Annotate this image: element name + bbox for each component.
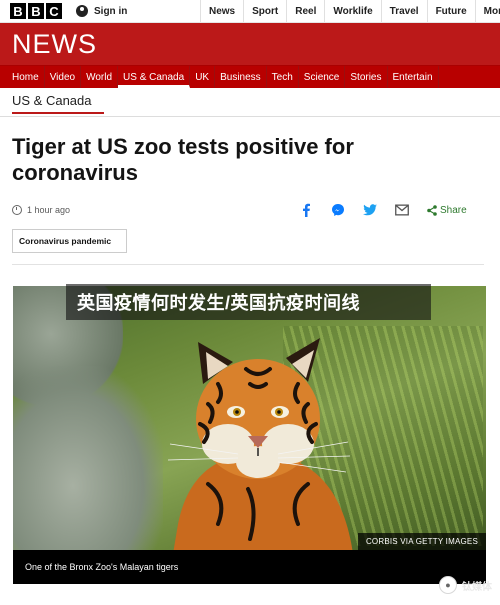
overlay-banner: 英国疫情何时发生/英国抗疫时间线 bbox=[66, 284, 431, 320]
section-nav-science[interactable]: Science bbox=[299, 66, 346, 88]
blurred-foreground bbox=[13, 366, 163, 550]
facebook-icon[interactable] bbox=[299, 203, 313, 217]
watermark: ● 钛媒体 bbox=[439, 576, 492, 594]
top-bar: B B C Sign in News Sport Reel Worklife T… bbox=[0, 0, 500, 23]
section-label-bar: US & Canada bbox=[0, 88, 500, 117]
share-button[interactable]: Share bbox=[427, 205, 467, 216]
clock-icon bbox=[12, 205, 22, 215]
section-nav-tech[interactable]: Tech bbox=[267, 66, 299, 88]
top-nav-reel[interactable]: Reel bbox=[286, 0, 324, 22]
top-nav-worklife[interactable]: Worklife bbox=[324, 0, 380, 22]
image-caption: One of the Bronx Zoo's Malayan tigers bbox=[25, 562, 179, 572]
top-nav-news[interactable]: News bbox=[200, 0, 243, 22]
share-icon bbox=[427, 204, 437, 216]
logo-letter: B bbox=[10, 3, 26, 19]
section-nav-business[interactable]: Business bbox=[215, 66, 267, 88]
twitter-icon[interactable] bbox=[363, 203, 377, 217]
divider bbox=[12, 264, 484, 265]
image-caption-bar: One of the Bronx Zoo's Malayan tigers bbox=[13, 550, 486, 584]
logo-letter: C bbox=[46, 3, 62, 19]
image-credit: CORBIS VIA GETTY IMAGES bbox=[357, 533, 486, 550]
top-nav-travel[interactable]: Travel bbox=[380, 0, 427, 22]
section-nav-video[interactable]: Video bbox=[45, 66, 82, 88]
news-banner: NEWS bbox=[0, 23, 500, 65]
section-nav-uk[interactable]: UK bbox=[190, 66, 216, 88]
watermark-text: 钛媒体 bbox=[462, 581, 492, 593]
section-nav: Home Video World US & Canada UK Business… bbox=[0, 65, 500, 88]
tiger-illustration bbox=[167, 338, 353, 550]
bbc-logo[interactable]: B B C bbox=[10, 3, 62, 19]
top-nav-future[interactable]: Future bbox=[426, 0, 475, 22]
section-nav-us-canada[interactable]: US & Canada bbox=[118, 66, 191, 88]
section-nav-home[interactable]: Home bbox=[0, 66, 45, 88]
logo-letter: B bbox=[28, 3, 44, 19]
article-time: 1 hour ago bbox=[27, 205, 71, 215]
article-meta: 1 hour ago bbox=[12, 205, 70, 215]
email-icon[interactable] bbox=[395, 203, 409, 217]
article-photo: CORBIS VIA GETTY IMAGES bbox=[13, 286, 486, 550]
section-label[interactable]: US & Canada bbox=[12, 93, 92, 108]
signin-label: Sign in bbox=[94, 5, 128, 17]
topic-tag[interactable]: Coronavirus pandemic bbox=[12, 229, 127, 253]
section-label-underline bbox=[12, 112, 104, 114]
share-label: Share bbox=[440, 204, 467, 216]
article-headline: Tiger at US zoo tests positive for coron… bbox=[12, 134, 354, 185]
news-logo[interactable]: NEWS bbox=[12, 29, 97, 60]
user-icon bbox=[76, 5, 88, 17]
top-nav-more[interactable]: Mor bbox=[474, 0, 500, 22]
top-nav-sport[interactable]: Sport bbox=[243, 0, 286, 22]
signin-link[interactable]: Sign in bbox=[76, 5, 127, 17]
wechat-icon: ● bbox=[439, 576, 457, 594]
section-nav-world[interactable]: World bbox=[81, 66, 119, 88]
overlay-text: 英国疫情何时发生/英国抗疫时间线 bbox=[77, 293, 360, 313]
top-nav: News Sport Reel Worklife Travel Future M… bbox=[200, 0, 500, 22]
section-nav-stories[interactable]: Stories bbox=[345, 66, 388, 88]
share-bar: Share bbox=[299, 203, 467, 217]
messenger-icon[interactable] bbox=[331, 203, 345, 217]
section-nav-entertainment[interactable]: Entertain bbox=[388, 66, 439, 88]
